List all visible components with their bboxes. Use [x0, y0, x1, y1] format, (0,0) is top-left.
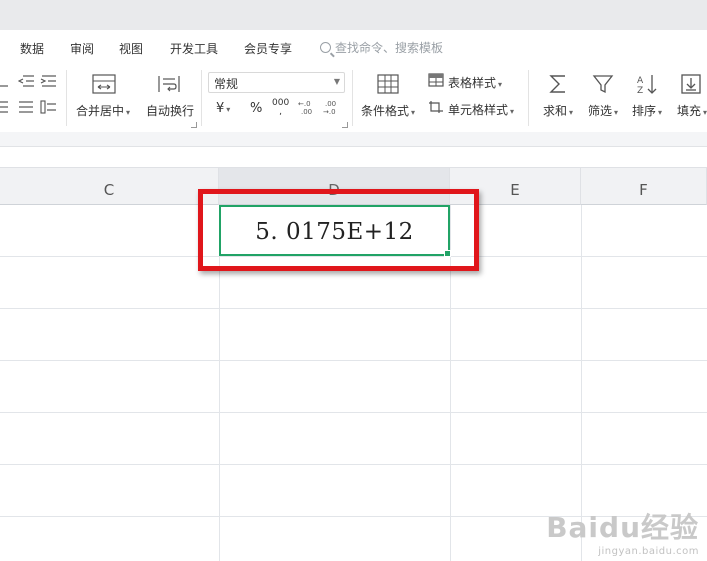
- number-dialog-launcher[interactable]: [342, 122, 348, 128]
- table-style-button[interactable]: 表格样式 ▾: [448, 74, 502, 91]
- fill-icon[interactable]: [680, 73, 702, 95]
- conditional-format-label: 条件格式: [361, 104, 410, 118]
- row-line: [0, 412, 707, 413]
- row-line: [0, 360, 707, 361]
- sort-button[interactable]: 排序 ▾: [632, 102, 662, 119]
- currency-format-button[interactable]: ¥ ▾: [216, 101, 230, 116]
- menu-member-exclusive[interactable]: 会员专享: [244, 40, 292, 57]
- column-line: [450, 205, 451, 561]
- sort-icon[interactable]: AZ: [636, 73, 658, 95]
- column-header-f[interactable]: F: [581, 168, 707, 205]
- cell-style-icon[interactable]: [428, 100, 444, 114]
- search-icon: [320, 42, 331, 53]
- fill-handle[interactable]: [444, 250, 451, 257]
- number-format-select[interactable]: 常规 ▼: [208, 72, 345, 93]
- watermark-url: jingyan.baidu.com: [598, 546, 699, 557]
- menu-data[interactable]: 数据: [20, 40, 44, 57]
- align-icon-top[interactable]: [0, 74, 10, 88]
- fill-button[interactable]: 填充 ▾: [677, 102, 707, 119]
- command-search[interactable]: 查找命令、搜索模板: [320, 39, 443, 56]
- filter-button[interactable]: 筛选 ▾: [588, 102, 618, 119]
- sum-label: 求和: [543, 104, 568, 118]
- chevron-down-icon: ▼: [333, 77, 340, 86]
- align-icon-bottom[interactable]: [0, 100, 10, 114]
- active-cell-d[interactable]: 5. 0175E+12: [219, 205, 451, 257]
- increase-decimal-icon[interactable]: ←.0.00: [298, 99, 316, 115]
- svg-text:Z: Z: [637, 86, 643, 95]
- increase-indent-icon[interactable]: [40, 74, 58, 88]
- merge-center-label: 合并居中: [76, 104, 125, 118]
- row-line: [0, 464, 707, 465]
- merge-center-icon[interactable]: [92, 74, 116, 94]
- svg-text:A: A: [637, 76, 644, 86]
- menu-view[interactable]: 视图: [119, 40, 143, 57]
- ribbon-separator: [201, 70, 202, 126]
- distribute-icon[interactable]: [40, 100, 58, 114]
- cell-value: 5. 0175E+12: [255, 219, 414, 245]
- svg-text:←.0: ←.0: [298, 100, 311, 108]
- row-line: [0, 308, 707, 309]
- svg-text:→.0: →.0: [323, 108, 336, 115]
- title-strip: [0, 0, 707, 30]
- thousands-separator-button[interactable]: 000,: [272, 99, 289, 117]
- menu-bar: 数据 审阅 视图 开发工具 会员专享 查找命令、搜索模板: [0, 30, 707, 64]
- table-style-icon[interactable]: [428, 73, 444, 87]
- sum-button[interactable]: 求和 ▾: [543, 102, 573, 119]
- justify-icon[interactable]: [18, 100, 34, 114]
- wrap-text-button[interactable]: 自动换行: [146, 102, 194, 119]
- filter-icon[interactable]: [592, 73, 614, 95]
- thousands-symbol: 000: [272, 98, 290, 108]
- fill-label: 填充: [677, 104, 702, 118]
- table-style-label: 表格样式: [448, 76, 497, 90]
- wrap-text-icon[interactable]: [157, 74, 181, 94]
- formula-bar[interactable]: [0, 147, 707, 168]
- decrease-indent-icon[interactable]: [18, 74, 34, 88]
- column-header-c[interactable]: C: [0, 168, 219, 205]
- merge-center-button[interactable]: 合并居中 ▾: [76, 102, 130, 119]
- currency-symbol: ¥: [216, 101, 225, 116]
- menu-developer-tools[interactable]: 开发工具: [170, 40, 218, 57]
- column-line: [219, 205, 220, 561]
- cell-style-label: 单元格样式: [448, 103, 509, 117]
- alignment-dialog-launcher[interactable]: [191, 122, 197, 128]
- number-format-value: 常规: [214, 77, 239, 91]
- filter-label: 筛选: [588, 104, 613, 118]
- watermark-logo: Baidu经验: [546, 511, 699, 544]
- ribbon-separator: [66, 70, 67, 126]
- sum-icon[interactable]: [548, 73, 568, 95]
- ribbon-bottom-border: [0, 132, 707, 147]
- decrease-decimal-icon[interactable]: .00 →.0: [323, 99, 341, 115]
- search-placeholder: 查找命令、搜索模板: [335, 41, 444, 55]
- menu-review[interactable]: 审阅: [70, 40, 94, 57]
- conditional-format-icon[interactable]: [377, 74, 399, 94]
- sort-label: 排序: [632, 104, 657, 118]
- ribbon-separator: [528, 70, 529, 126]
- baidu-jingyan-watermark: Baidu经验 jingyan.baidu.com: [546, 506, 699, 557]
- column-header-e[interactable]: E: [450, 168, 581, 205]
- cell-style-button[interactable]: 单元格样式 ▾: [448, 101, 514, 118]
- column-header-d[interactable]: D: [219, 168, 450, 205]
- ribbon-separator: [352, 70, 353, 126]
- svg-text:.00: .00: [301, 108, 312, 115]
- percent-format-button[interactable]: %: [250, 101, 262, 116]
- conditional-format-button[interactable]: 条件格式 ▾: [361, 102, 415, 119]
- ribbon-toolbar: 合并居中 ▾ 自动换行 常规 ▼ ¥ ▾ % 000, ←.0.00 .00 →.0 条…: [0, 64, 707, 132]
- row-line: [0, 256, 707, 257]
- svg-text:.00: .00: [325, 100, 336, 108]
